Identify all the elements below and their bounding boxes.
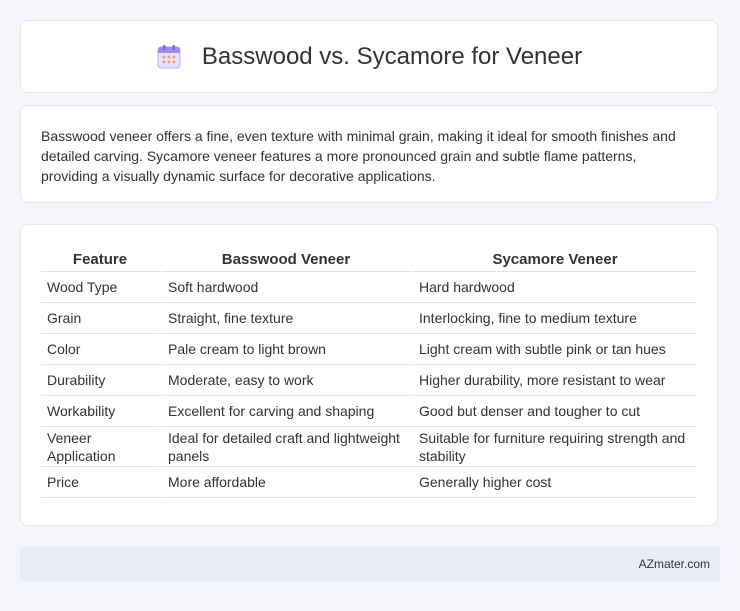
page-title: Basswood vs. Sycamore for Veneer xyxy=(201,42,583,70)
table-cell: Price xyxy=(41,467,162,498)
table-cell: Hard hardwood xyxy=(413,272,697,303)
table-row: Durability Moderate, easy to work Higher… xyxy=(41,365,697,396)
title-card: Basswood vs. Sycamore for Veneer xyxy=(20,20,718,93)
table-row: Grain Straight, fine texture Interlockin… xyxy=(41,303,697,334)
table-row: Workability Excellent for carving and sh… xyxy=(41,396,697,427)
table-cell: Grain xyxy=(41,303,162,334)
table-cell: Light cream with subtle pink or tan hues xyxy=(413,334,697,365)
table-cell: Soft hardwood xyxy=(162,272,413,303)
table-cell: Straight, fine texture xyxy=(162,303,413,334)
calendar-icon xyxy=(157,44,181,68)
footer-brand-link[interactable]: AZmater.com xyxy=(639,557,710,571)
table-cell: More affordable xyxy=(162,467,413,498)
table-cell: Workability xyxy=(41,396,162,427)
table-row: Wood Type Soft hardwood Hard hardwood xyxy=(41,272,697,303)
table-cell: Higher durability, more resistant to wea… xyxy=(413,365,697,396)
column-header-basswood: Basswood Veneer xyxy=(162,245,413,272)
intro-card: Basswood veneer offers a fine, even text… xyxy=(20,105,718,203)
table-cell: Ideal for detailed craft and lightweight… xyxy=(162,427,413,467)
table-cell: Veneer Application xyxy=(41,427,162,467)
column-header-sycamore: Sycamore Veneer xyxy=(413,245,697,272)
table-row: Veneer Application Ideal for detailed cr… xyxy=(41,427,697,467)
table-row: Color Pale cream to light brown Light cr… xyxy=(41,334,697,365)
column-header-feature: Feature xyxy=(41,245,162,272)
footer-bar: AZmater.com xyxy=(20,547,720,581)
table-cell: Moderate, easy to work xyxy=(162,365,413,396)
table-cell: Interlocking, fine to medium texture xyxy=(413,303,697,334)
comparison-table: Feature Basswood Veneer Sycamore Veneer … xyxy=(41,245,697,498)
table-cell: Pale cream to light brown xyxy=(162,334,413,365)
table-cell: Generally higher cost xyxy=(413,467,697,498)
table-cell: Durability xyxy=(41,365,162,396)
table-header-row: Feature Basswood Veneer Sycamore Veneer xyxy=(41,245,697,272)
table-cell: Good but denser and tougher to cut xyxy=(413,396,697,427)
comparison-card: Feature Basswood Veneer Sycamore Veneer … xyxy=(20,224,718,526)
table-cell: Color xyxy=(41,334,162,365)
table-cell: Wood Type xyxy=(41,272,162,303)
intro-paragraph: Basswood veneer offers a fine, even text… xyxy=(41,128,676,184)
table-cell: Suitable for furniture requiring strengt… xyxy=(413,427,697,467)
table-cell: Excellent for carving and shaping xyxy=(162,396,413,427)
table-row: Price More affordable Generally higher c… xyxy=(41,467,697,498)
